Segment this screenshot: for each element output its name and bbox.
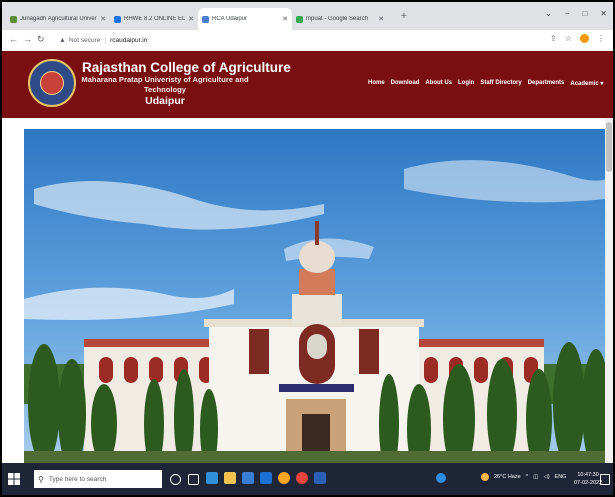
menu-kebab-icon[interactable]: ⋮ (597, 34, 605, 43)
back-arrow-icon[interactable]: ← (9, 34, 18, 44)
tab-title: Junagadh Agricultural University (20, 16, 97, 22)
nav-about-us[interactable]: About Us (425, 80, 452, 87)
close-tab-icon[interactable]: ✕ (282, 15, 288, 23)
page-scrollbar[interactable] (605, 118, 613, 463)
network-icon[interactable]: ◫ (533, 474, 538, 480)
tab-favicon-icon (296, 15, 303, 23)
system-tray: 26°C Haze ^ ◫ ◁) ENG (481, 473, 566, 481)
windows-start-icon[interactable] (8, 473, 20, 485)
profile-avatar[interactable] (580, 34, 589, 43)
college-title: Rajasthan College of Agriculture (82, 60, 291, 75)
reload-icon[interactable]: ↻ (37, 34, 45, 45)
tab-title: RHWE 8.2 ONLINE EDUCATION (124, 16, 185, 22)
taskbar-clock[interactable]: 10:47:30 07-02-2022 (574, 471, 602, 487)
college-building-photo (24, 129, 606, 463)
close-tab-icon[interactable]: ✕ (188, 15, 194, 23)
mail-icon[interactable] (260, 472, 272, 484)
url-field[interactable]: ▲ Not secure | rcaudaipur.in (59, 33, 147, 47)
scrollbar-thumb[interactable] (606, 122, 612, 172)
tab-favicon-icon (10, 15, 17, 23)
tab-favicon-icon (202, 15, 209, 23)
nav-staff-directory[interactable]: Staff Directory (480, 80, 521, 87)
firefox-icon[interactable] (278, 472, 290, 484)
warning-icon[interactable]: ▲ (59, 37, 66, 44)
language-indicator[interactable]: ENG (555, 474, 567, 480)
tab-junagadh[interactable]: Junagadh Agricultural University ✕ (6, 8, 110, 30)
browser-toolbar-right: ⇪ ☆ ⋮ (550, 34, 605, 43)
volume-icon[interactable]: ◁) (543, 474, 549, 480)
share-icon[interactable]: ⇪ (550, 34, 557, 43)
weather-text[interactable]: 26°C Haze (494, 474, 521, 480)
minimize-button[interactable]: − (565, 9, 570, 18)
nav-download[interactable]: Download (391, 80, 420, 87)
bookmark-star-icon[interactable]: ☆ (565, 34, 572, 43)
screenshot-frame: Junagadh Agricultural University ✕ RHWE … (0, 0, 615, 497)
security-label: Not secure (68, 36, 101, 44)
url-text: rcaudaipur.in (110, 36, 148, 44)
address-bar: ← → ↻ ▲ Not secure | rcaudaipur.in ⇪ ☆ ⋮ (2, 30, 613, 52)
tab-rhwe[interactable]: RHWE 8.2 ONLINE EDUCATION ✕ (110, 8, 198, 30)
taskbar-search-placeholder: Type here to search (48, 475, 107, 483)
word-icon[interactable] (314, 472, 326, 484)
logo-emblem-icon (40, 71, 64, 95)
nav-academic[interactable]: Academic ▾ (570, 80, 603, 87)
close-tab-icon[interactable]: ✕ (100, 15, 106, 23)
tab-search-icon[interactable]: ⌄ (545, 9, 552, 18)
tab-rca-udaipur[interactable]: RCA Udaipur ✕ (198, 8, 292, 30)
university-subtitle: Maharana Pratap Univeristy of Agricultur… (81, 75, 249, 94)
clock-time: 10:47:30 (577, 472, 599, 478)
url-separator: | (104, 36, 107, 44)
nav-login[interactable]: Login (458, 80, 474, 87)
caret-down-icon: ▾ (600, 81, 604, 87)
nav-home[interactable]: Home (368, 80, 385, 87)
search-icon: ⚲ (38, 474, 44, 484)
tab-mpuat-search[interactable]: mpuat - Google Search ✕ (292, 8, 388, 30)
pinned-app-icon[interactable] (436, 473, 446, 483)
chrome-icon[interactable] (296, 472, 308, 484)
edge-icon[interactable] (206, 472, 218, 484)
nav-academic-label: Academic (570, 81, 599, 87)
close-window-button[interactable]: ✕ (600, 9, 607, 18)
file-explorer-icon[interactable] (224, 472, 236, 484)
windows-taskbar: ⚲ Type here to search 26°C Haze ^ ◫ ◁) E… (2, 463, 613, 495)
main-navigation: Home Download About Us Login Staff Direc… (368, 80, 603, 87)
store-icon[interactable] (242, 472, 254, 484)
weather-icon[interactable] (481, 473, 489, 481)
cortana-icon[interactable] (170, 474, 181, 485)
task-view-icon[interactable] (188, 474, 199, 485)
new-tab-button[interactable]: + (401, 11, 407, 22)
browser-tab-strip: Junagadh Agricultural University ✕ RHWE … (2, 2, 613, 30)
clock-date: 07-02-2022 (574, 480, 603, 486)
nav-departments[interactable]: Departments (528, 80, 565, 87)
tab-favicon-icon (114, 15, 121, 23)
close-tab-icon[interactable]: ✕ (378, 15, 384, 23)
window-controls: ⌄ − □ ✕ (545, 9, 607, 18)
maximize-button[interactable]: □ (582, 9, 587, 18)
tab-title: mpuat - Google Search (306, 16, 369, 22)
chevron-up-icon[interactable]: ^ (526, 474, 529, 480)
taskbar-search-box[interactable]: ⚲ Type here to search (34, 470, 162, 488)
city-label: Udaipur (145, 95, 185, 107)
forward-arrow-icon[interactable]: → (23, 34, 32, 44)
college-logo[interactable] (28, 59, 76, 107)
notification-icon[interactable] (600, 474, 610, 485)
tab-title: RCA Udaipur (212, 16, 248, 22)
